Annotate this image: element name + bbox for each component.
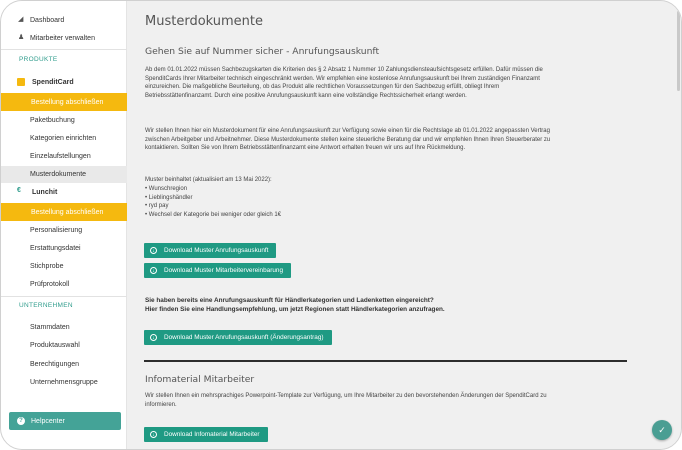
muster-intro: Muster beinhaltet (aktualisiert am 13 Ma… — [145, 177, 272, 183]
list-item: Wechsel der Kategorie bei weniger oder g… — [145, 211, 565, 220]
sidebar-item-label: Unternehmensgruppe — [30, 379, 98, 386]
list-item: Lieblingshändler — [145, 194, 565, 203]
download-icon: ↓ — [150, 247, 157, 254]
user-icon: ♟ — [18, 34, 25, 41]
main-content: Musterdokumente Gehen Sie auf Nummer sic… — [127, 1, 681, 449]
page-title: Musterdokumente — [145, 14, 264, 29]
helpcenter-button[interactable]: ? Helpcenter — [9, 412, 121, 430]
sidebar-item-label: Dashboard — [30, 17, 65, 24]
download-icon: ↓ — [150, 267, 157, 274]
muster-paragraph: Wir stellen Ihnen hier ein Musterdokumen… — [145, 128, 551, 152]
button-label: Download Muster Anrufungsauskunft (Änder… — [164, 334, 324, 341]
download-infomaterial-button[interactable]: ↓ Download Infomaterial Mitarbeiter — [144, 427, 268, 442]
sidebar-item-produktauswahl[interactable]: Produktauswahl — [1, 337, 127, 354]
section-divider — [144, 360, 627, 362]
scrollbar[interactable] — [677, 11, 680, 91]
sidebar-item-label: SpenditCard — [32, 79, 74, 86]
sidebar-item-personalisierung[interactable]: Personalisierung — [1, 222, 127, 239]
section-label-produkte: PRODUKTE — [19, 56, 58, 63]
sidebar-item-lunchit-bestellung[interactable]: Bestellung abschließen — [1, 203, 127, 221]
sidebar-item-label: Musterdokumente — [30, 171, 87, 178]
section-label-unternehmen: UNTERNEHMEN — [19, 302, 73, 309]
divider — [1, 296, 127, 297]
download-icon: ↓ — [150, 334, 157, 341]
sidebar-item-label: Einzelaufstellungen — [30, 153, 91, 160]
sidebar-item-musterdokumente[interactable]: Musterdokumente — [1, 166, 127, 183]
section-heading-anrufungsauskunft: Gehen Sie auf Nummer sicher - Anrufungsa… — [145, 46, 380, 57]
muster-list: Wunschregion Lieblingshändler ryd pay We… — [145, 185, 565, 219]
divider — [1, 49, 127, 50]
download-aenderungsantrag-button[interactable]: ↓ Download Muster Anrufungsauskunft (Änd… — [144, 330, 332, 345]
sidebar-item-lunchit[interactable]: € Lunchit — [1, 184, 127, 201]
sidebar-item-label: Produktauswahl — [30, 342, 80, 349]
infomaterial-paragraph: Wir stellen Ihnen ein mehrsprachiges Pow… — [145, 393, 547, 408]
sidebar-item-pruefprotokoll[interactable]: Prüfprotokoll — [1, 276, 127, 293]
sidebar-item-label: Erstattungsdatei — [30, 245, 81, 252]
section-heading-infomaterial: Infomaterial Mitarbeiter — [145, 374, 255, 385]
list-item: Wunschregion — [145, 185, 565, 194]
download-mitarbeitervereinbarung-button[interactable]: ↓ Download Muster Mitarbeitervereinbarun… — [144, 263, 291, 278]
sidebar-item-label: Berechtigungen — [30, 361, 80, 368]
sidebar-item-label: Bestellung abschließen — [31, 98, 104, 106]
button-label: Download Muster Mitarbeitervereinbarung — [164, 267, 283, 274]
sidebar-item-stichprobe[interactable]: Stichprobe — [1, 258, 127, 275]
download-icon: ↓ — [150, 431, 157, 438]
app-window: ◢ Dashboard ♟ Mitarbeiter verwalten PROD… — [0, 0, 682, 450]
sidebar-item-erstattungsdatei[interactable]: Erstattungsdatei — [1, 240, 127, 257]
list-item: ryd pay — [145, 202, 565, 211]
sidebar-item-label: Mitarbeiter verwalten — [30, 35, 95, 42]
sidebar-item-unternehmensgruppe[interactable]: Unternehmensgruppe — [1, 374, 127, 391]
sidebar-item-label: Bestellung abschließen — [31, 208, 104, 216]
aenderung-hint: Hier finden Sie eine Handlungsempfehlung… — [145, 306, 445, 313]
sidebar-item-spenditcard[interactable]: SpenditCard — [1, 74, 127, 91]
sidebar-item-berechtigungen[interactable]: Berechtigungen — [1, 356, 127, 373]
dashboard-icon: ◢ — [18, 16, 24, 23]
sidebar-item-label: Lunchit — [32, 189, 58, 196]
sidebar-item-label: Stammdaten — [30, 324, 70, 331]
sidebar-item-label: Personalisierung — [30, 227, 83, 234]
help-icon: ? — [17, 417, 25, 425]
sidebar-item-kategorien[interactable]: Kategorien einrichten — [1, 130, 127, 147]
sidebar-item-label: Stichprobe — [30, 263, 64, 270]
euro-icon: € — [17, 187, 21, 194]
sidebar: ◢ Dashboard ♟ Mitarbeiter verwalten PROD… — [1, 1, 127, 449]
download-anrufungsauskunft-button[interactable]: ↓ Download Muster Anrufungsauskunft — [144, 243, 277, 258]
sidebar-item-label: Kategorien einrichten — [30, 135, 97, 142]
button-label: Download Muster Anrufungsauskunft — [164, 247, 269, 254]
sidebar-item-label: Paketbuchung — [30, 117, 75, 124]
sidebar-item-label: Prüfprotokoll — [30, 281, 70, 288]
sidebar-item-spendit-bestellung[interactable]: Bestellung abschließen — [1, 93, 127, 111]
sidebar-item-mitarbeiter[interactable]: ♟ Mitarbeiter verwalten — [1, 30, 127, 47]
button-label: Download Infomaterial Mitarbeiter — [164, 431, 260, 438]
intro-paragraph: Ab dem 01.01.2022 müssen Sachbezugskarte… — [145, 67, 543, 99]
card-icon — [17, 78, 25, 86]
sidebar-item-dashboard[interactable]: ◢ Dashboard — [1, 12, 127, 29]
shield-check-icon[interactable]: ✓ — [652, 420, 672, 440]
sidebar-item-stammdaten[interactable]: Stammdaten — [1, 319, 127, 336]
helpcenter-label: Helpcenter — [31, 417, 65, 425]
sidebar-item-paketbuchung[interactable]: Paketbuchung — [1, 112, 127, 129]
sidebar-item-einzelaufstellungen[interactable]: Einzelaufstellungen — [1, 148, 127, 165]
